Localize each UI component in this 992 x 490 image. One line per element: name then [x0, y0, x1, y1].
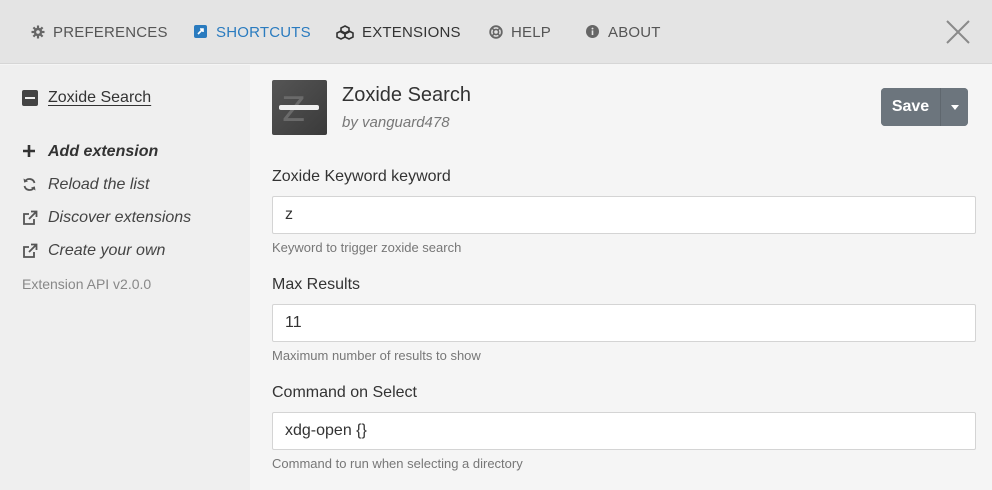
tab-preferences-label: PREFERENCES [53, 23, 168, 41]
command-on-select-help-text: Command to run when selecting a director… [272, 456, 523, 471]
extension-settings-panel: Z Zoxide Search by vanguard478 Save Zoxi… [250, 65, 992, 490]
tab-preferences[interactable]: PREFERENCES [31, 0, 168, 64]
keyword-label: Zoxide Keyword keyword [272, 168, 451, 185]
api-version: Extension API v2.0.0 [22, 276, 152, 292]
create-your-own-link[interactable]: Create your own [22, 242, 165, 260]
tab-about[interactable]: ABOUT [586, 0, 661, 64]
caret-down-icon [950, 104, 959, 110]
life-ring-icon [489, 25, 503, 39]
info-circle-icon [586, 25, 600, 39]
keyword-help-text: Keyword to trigger zoxide search [272, 240, 462, 255]
extension-title: Zoxide Search [342, 84, 471, 106]
discover-extensions-link[interactable]: Discover extensions [22, 209, 191, 227]
sidebar-item-label: Zoxide Search [48, 89, 152, 106]
save-dropdown-toggle[interactable] [940, 88, 968, 126]
reload-list-link[interactable]: Reload the list [22, 176, 149, 194]
command-on-select-label: Command on Select [272, 384, 417, 401]
sidebar-item-zoxide-search[interactable]: Zoxide Search [22, 89, 151, 107]
tab-shortcuts[interactable]: SHORTCUTS [194, 0, 311, 64]
extension-thumbnail: Z [272, 80, 327, 135]
tab-shortcuts-label: SHORTCUTS [216, 23, 311, 41]
cubes-icon [336, 25, 354, 40]
tab-extensions[interactable]: EXTENSIONS [336, 0, 461, 64]
external-link-icon [22, 243, 38, 259]
plus-icon [22, 144, 38, 160]
close-icon [946, 20, 970, 44]
discover-extensions-label: Discover extensions [48, 209, 192, 226]
sidebar: Zoxide Search Add extension Reload the l… [0, 65, 250, 490]
refresh-icon [22, 177, 38, 193]
max-results-label: Max Results [272, 276, 361, 293]
add-extension-link[interactable]: Add extension [22, 143, 158, 161]
max-results-input[interactable] [272, 304, 976, 342]
tab-help-label: HELP [511, 23, 551, 41]
zoxide-logo-icon: Z [282, 90, 306, 130]
close-button[interactable] [944, 18, 972, 46]
create-your-own-label: Create your own [48, 242, 166, 259]
add-extension-label: Add extension [48, 143, 159, 160]
tab-help[interactable]: HELP [489, 0, 551, 64]
external-link-square-icon [194, 25, 208, 39]
save-button[interactable]: Save [881, 88, 940, 126]
extension-author: by vanguard478 [342, 114, 450, 131]
keyword-input[interactable] [272, 196, 976, 234]
reload-list-label: Reload the list [48, 176, 150, 193]
tab-extensions-label: EXTENSIONS [362, 23, 461, 41]
external-link-icon [22, 210, 38, 226]
save-button-group: Save [881, 88, 968, 126]
max-results-help-text: Maximum number of results to show [272, 348, 481, 363]
gear-icon [31, 25, 45, 39]
extension-icon [22, 90, 38, 106]
top-nav-bar: PREFERENCES SHORTCUTS EXTENSIONS HELP AB… [0, 0, 992, 64]
command-on-select-input[interactable] [272, 412, 976, 450]
tab-about-label: ABOUT [608, 23, 661, 41]
